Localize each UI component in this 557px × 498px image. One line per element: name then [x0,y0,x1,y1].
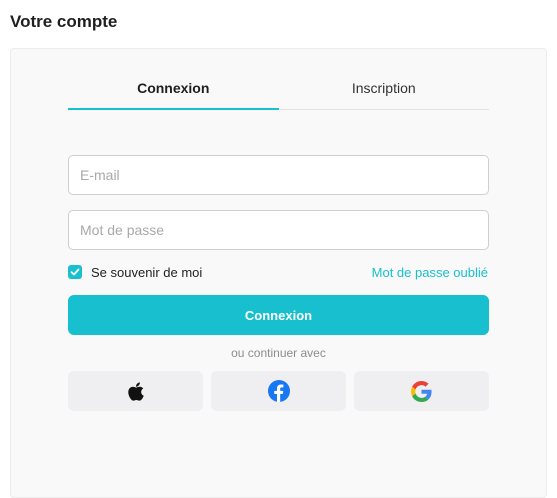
forgot-password-link[interactable]: Mot de passe oublié [372,265,488,280]
remember-label: Se souvenir de moi [91,264,203,280]
tab-inscription[interactable]: Inscription [279,67,490,109]
password-field[interactable] [68,210,489,250]
remember-me[interactable]: Se souvenir de moi [68,264,202,280]
google-icon [411,380,432,402]
tab-connexion[interactable]: Connexion [68,67,279,110]
google-login-button[interactable] [354,371,489,411]
apple-icon [127,381,144,401]
social-login [68,371,489,411]
social-separator: ou continuer avec [231,346,326,360]
auth-tabs: Connexion Inscription [68,67,489,110]
login-card: Connexion Inscription Se souvenir de moi… [10,48,547,498]
login-button[interactable]: Connexion [68,295,489,335]
page-title: Votre compte [10,12,118,31]
remember-checkbox[interactable] [68,265,82,279]
facebook-login-button[interactable] [211,371,346,411]
facebook-icon [267,380,290,402]
email-field[interactable] [68,155,489,195]
checkmark-icon [70,268,80,276]
apple-login-button[interactable] [68,371,203,411]
